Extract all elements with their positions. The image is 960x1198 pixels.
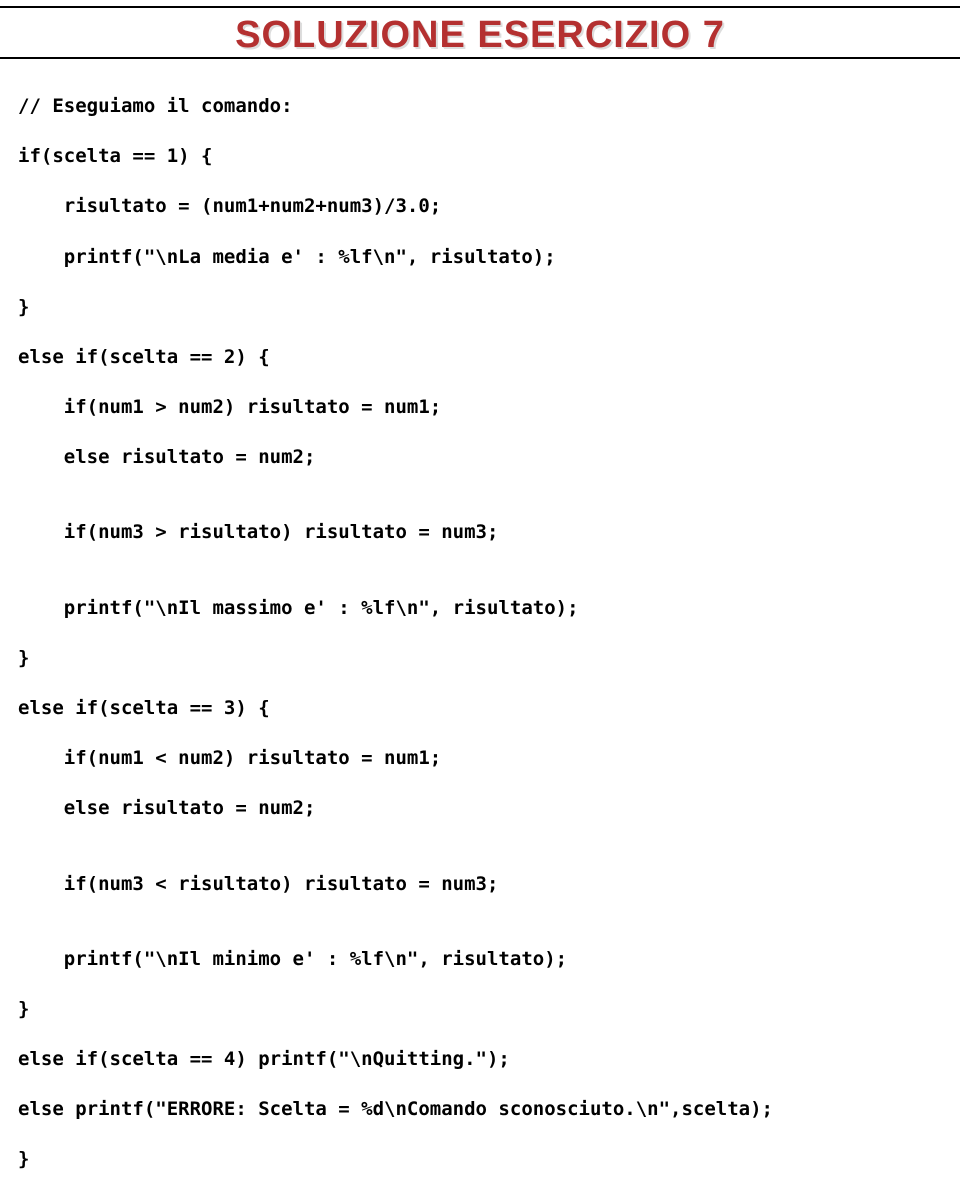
code-line: printf("\nIl massimo e' : %lf\n", risult… — [18, 596, 960, 621]
code-line: risultato = (num1+num2+num3)/3.0; — [18, 194, 960, 219]
code-line: if(num3 > risultato) risultato = num3; — [18, 520, 960, 545]
code-line: } — [18, 646, 960, 671]
code-line: if(num1 > num2) risultato = num1; — [18, 395, 960, 420]
hr-bottom — [0, 57, 960, 59]
code-line: } — [18, 295, 960, 320]
code-line: else risultato = num2; — [18, 796, 960, 821]
code-line: } — [18, 1147, 960, 1172]
code-line: // Eseguiamo il comando: — [18, 94, 960, 119]
code-line: else if(scelta == 3) { — [18, 696, 960, 721]
code-block: // Eseguiamo il comando: if(scelta == 1)… — [0, 69, 960, 1198]
code-line: else risultato = num2; — [18, 445, 960, 470]
code-line: printf("\nLa media e' : %lf\n", risultat… — [18, 245, 960, 270]
code-line: else if(scelta == 4) printf("\nQuitting.… — [18, 1047, 960, 1072]
slide-title: SOLUZIONE ESERCIZIO 7 — [0, 8, 960, 57]
code-line: if(num1 < num2) risultato = num1; — [18, 746, 960, 771]
code-line: } — [18, 997, 960, 1022]
code-line: printf("\nIl minimo e' : %lf\n", risulta… — [18, 947, 960, 972]
code-line: if(num3 < risultato) risultato = num3; — [18, 872, 960, 897]
code-line: else printf("ERRORE: Scelta = %d\nComand… — [18, 1097, 960, 1122]
code-line: else if(scelta == 2) { — [18, 345, 960, 370]
code-line: if(scelta == 1) { — [18, 144, 960, 169]
